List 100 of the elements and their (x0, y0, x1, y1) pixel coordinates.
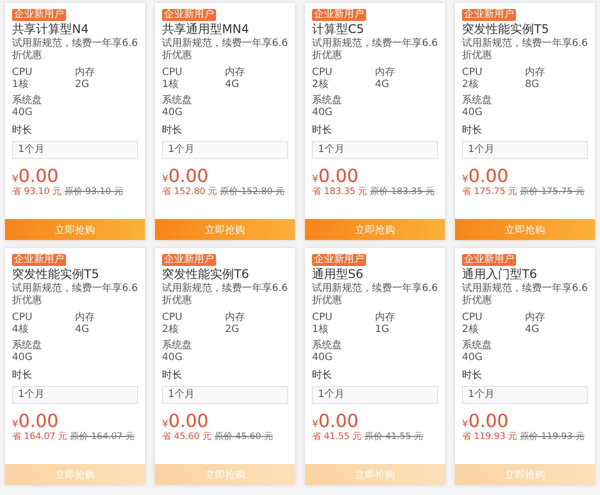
spec-label: 内存 (375, 67, 395, 79)
product-title: 通用型S6 (312, 267, 364, 282)
spec-value: 2核 (162, 324, 178, 336)
duration-label: 时长 (12, 125, 32, 137)
original-price: 原价 119.93 元 (520, 432, 584, 443)
promo-text: 试用新规范，续费一年享6.6折优惠 (462, 283, 588, 307)
savings-text: 省 175.75 元 (462, 187, 518, 198)
duration-field[interactable]: 1个月 (312, 386, 438, 404)
savings-text: 省 152.80 元 (162, 187, 218, 198)
spec-label: 系统盘 (312, 340, 342, 352)
original-price: 原价 41.55 元 (364, 432, 423, 443)
promo-text: 试用新规范，续费一年享6.6折优惠 (12, 283, 138, 307)
spec-value: 40G (312, 352, 332, 364)
duration-label: 时长 (312, 125, 332, 137)
spec-label: CPU (312, 312, 332, 324)
spec-value: 2核 (312, 79, 328, 91)
spec-value: 40G (12, 107, 32, 119)
spec-value: 8G (525, 79, 540, 91)
new-user-badge: 企业新用户 (312, 254, 366, 266)
promo-text: 试用新规范，续费一年享6.6折优惠 (162, 38, 288, 62)
original-price: 原价 164.07 元 (70, 432, 134, 443)
duration-field[interactable]: 1个月 (462, 141, 588, 159)
duration-field[interactable]: 1个月 (462, 386, 588, 404)
spec-label: 系统盘 (312, 95, 342, 107)
promo-text: 试用新规范，续费一年享6.6折优惠 (162, 283, 288, 307)
savings-text: 省 45.60 元 (162, 432, 212, 443)
product-title: 共享通用型MN4 (162, 22, 249, 37)
spec-label: CPU (462, 312, 482, 324)
currency-symbol: ¥ (12, 174, 18, 185)
spec-label: 系统盘 (12, 95, 42, 107)
price-amount: 0.00 (318, 412, 358, 432)
spec-label: 内存 (525, 67, 545, 79)
price-amount: 0.00 (168, 167, 208, 187)
original-price: 原价 45.60 元 (214, 432, 273, 443)
duration-field[interactable]: 1个月 (162, 386, 288, 404)
spec-value: 1核 (12, 79, 28, 91)
original-price: 原价 93.10 元 (64, 187, 123, 198)
savings-text: 省 119.93 元 (462, 432, 518, 443)
price-amount: 0.00 (18, 167, 58, 187)
spec-label: 系统盘 (462, 95, 492, 107)
new-user-badge: 企业新用户 (462, 9, 516, 21)
spec-value: 4核 (12, 324, 28, 336)
spec-label: 内存 (375, 312, 395, 324)
duration-field[interactable]: 1个月 (162, 141, 288, 159)
original-price: 原价 183.35 元 (370, 187, 434, 198)
duration-field[interactable]: 1个月 (12, 141, 138, 159)
spec-value: 1核 (162, 79, 178, 91)
spec-value: 40G (162, 107, 182, 119)
currency-symbol: ¥ (312, 174, 318, 185)
product-title: 通用入门型T6 (462, 267, 537, 282)
price-amount: 0.00 (168, 412, 208, 432)
promo-text: 试用新规范，续费一年享6.6折优惠 (12, 38, 138, 62)
new-user-badge: 企业新用户 (162, 9, 216, 21)
spec-value: 1核 (312, 324, 328, 336)
duration-label: 时长 (462, 370, 482, 382)
duration-label: 时长 (462, 125, 482, 137)
spec-label: 系统盘 (162, 340, 192, 352)
currency-symbol: ¥ (12, 419, 18, 430)
spec-label: CPU (312, 67, 332, 78)
spec-value: 40G (12, 352, 32, 364)
spec-value: 40G (462, 107, 482, 119)
spec-value: 40G (462, 352, 482, 364)
savings-text: 省 164.07 元 (12, 432, 68, 443)
spec-label: 内存 (225, 312, 245, 324)
currency-symbol: ¥ (462, 419, 468, 430)
duration-label: 时长 (312, 370, 332, 382)
spec-value: 4G (75, 324, 90, 336)
spec-label: CPU (162, 312, 182, 324)
new-user-badge: 企业新用户 (462, 254, 516, 266)
promo-text: 试用新规范，续费一年享6.6折优惠 (462, 38, 588, 62)
spec-value: 4G (525, 324, 540, 336)
spec-label: 系统盘 (12, 340, 42, 352)
new-user-badge: 企业新用户 (162, 254, 216, 266)
spec-label: 内存 (525, 312, 545, 324)
promo-text: 试用新规范，续费一年享6.6折优惠 (312, 283, 438, 307)
price-amount: 0.00 (18, 412, 58, 432)
duration-field[interactable]: 1个月 (12, 386, 138, 404)
duration-label: 时长 (162, 370, 182, 382)
spec-value: 2核 (462, 324, 478, 336)
new-user-badge: 企业新用户 (312, 9, 366, 21)
spec-label: CPU (462, 67, 482, 78)
spec-label: 系统盘 (462, 340, 492, 352)
original-price: 原价 175.75 元 (520, 187, 584, 198)
product-title: 突发性能实例T6 (162, 267, 249, 282)
price-amount: 0.00 (468, 167, 508, 187)
spec-label: 内存 (75, 312, 95, 324)
currency-symbol: ¥ (462, 174, 468, 185)
spec-value: 2G (225, 324, 240, 336)
new-user-badge: 企业新用户 (12, 254, 66, 266)
spec-label: 内存 (225, 67, 245, 79)
original-price: 原价 152.80 元 (220, 187, 284, 198)
spec-label: 系统盘 (162, 95, 192, 107)
currency-symbol: ¥ (312, 419, 318, 430)
spec-value: 40G (312, 107, 332, 119)
savings-text: 省 93.10 元 (12, 187, 62, 198)
duration-field[interactable]: 1个月 (312, 141, 438, 159)
spec-value: 4G (375, 79, 390, 91)
product-title: 计算型C5 (312, 22, 364, 37)
currency-symbol: ¥ (162, 419, 168, 430)
product-title: 突发性能实例T5 (462, 22, 549, 37)
